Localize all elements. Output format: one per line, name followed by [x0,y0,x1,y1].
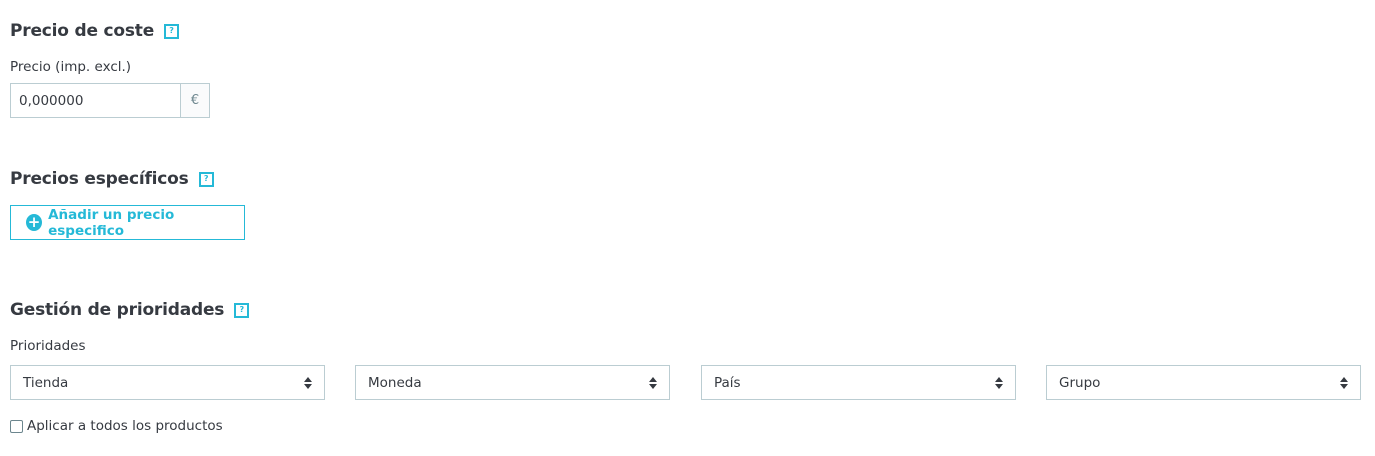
specific-prices-heading: Precios específicos ? [10,169,214,189]
sort-arrows-icon [649,376,657,389]
priority-select-value: Tienda [23,374,69,391]
priority-select-value: País [714,374,741,391]
priority-select-1[interactable]: Tienda [10,365,325,400]
price-label: Precio (imp. excl.) [10,59,132,75]
help-icon[interactable]: ? [198,171,214,187]
help-icon[interactable]: ? [164,23,180,39]
cost-price-heading: Precio de coste ? [10,21,180,41]
priority-select-3[interactable]: País [701,365,1016,400]
currency-addon: € [180,84,209,117]
priorities-label: Prioridades [10,338,86,354]
specific-prices-title: Precios específicos [10,169,189,189]
help-icon[interactable]: ? [234,302,250,318]
add-specific-price-label: Añadir un precio especifico [48,206,175,239]
priorities-heading: Gestión de prioridades ? [10,300,250,320]
priority-select-2[interactable]: Moneda [355,365,670,400]
pricing-panel: Precio de coste ? Precio (imp. excl.) € … [0,0,1375,456]
add-specific-price-button[interactable]: + Añadir un precio especifico [10,205,245,240]
cost-price-title: Precio de coste [10,21,155,41]
sort-arrows-icon [304,376,312,389]
apply-all-label[interactable]: Aplicar a todos los productos [27,418,223,434]
apply-all-checkbox[interactable] [10,419,23,433]
cost-price-input-group: € [10,83,210,118]
sort-arrows-icon [995,376,1003,389]
priority-select-value: Grupo [1059,374,1101,391]
priority-select-4[interactable]: Grupo [1046,365,1361,400]
sort-arrows-icon [1340,376,1348,389]
cost-price-input[interactable] [11,84,180,117]
priority-select-value: Moneda [368,374,422,391]
priorities-title: Gestión de prioridades [10,300,225,320]
plus-circle-icon: + [26,213,43,231]
apply-all-row: Aplicar a todos los productos [10,418,223,434]
